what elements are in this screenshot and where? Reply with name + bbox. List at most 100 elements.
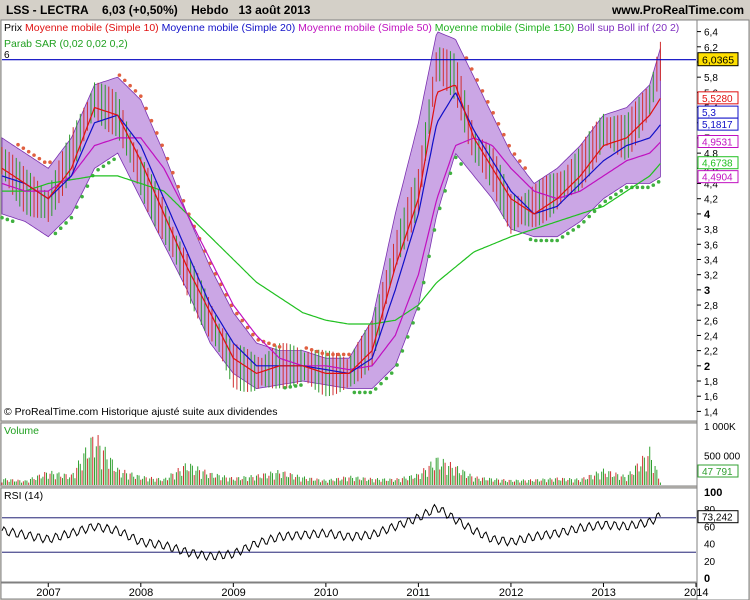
sar-dot bbox=[117, 73, 122, 77]
year-label: 2008 bbox=[129, 587, 153, 599]
sar-dot bbox=[491, 111, 495, 115]
year-label: 2014 bbox=[684, 587, 708, 599]
sar-dot bbox=[496, 121, 501, 126]
sar-dot bbox=[69, 215, 74, 220]
value-label: 4,9531 bbox=[702, 138, 733, 149]
sar-dot bbox=[122, 78, 127, 83]
sar-dot bbox=[427, 254, 431, 259]
sar-dot bbox=[619, 189, 624, 193]
value-label: 4,6738 bbox=[702, 159, 733, 170]
price-tick-label: 3,6 bbox=[704, 240, 718, 251]
legend-ma50[interactable]: Moyenne mobile (Simple 50) bbox=[298, 22, 432, 34]
rsi-tick-label: 100 bbox=[704, 487, 722, 499]
legend-prix[interactable]: Prix bbox=[4, 22, 22, 34]
legend-boll[interactable]: Boll sup Boll inf (20 2) bbox=[577, 22, 679, 34]
value-label: 5,5280 bbox=[702, 94, 733, 105]
sar-dot bbox=[26, 149, 31, 154]
rsi-panel bbox=[0, 487, 698, 583]
sar-dot bbox=[432, 228, 437, 232]
sar-dot bbox=[181, 198, 186, 203]
sar-dot bbox=[384, 376, 389, 381]
sar-dot bbox=[624, 185, 629, 190]
sar-dot bbox=[518, 159, 522, 163]
sar-dot bbox=[534, 238, 538, 243]
price-tick-label: 5,8 bbox=[704, 73, 718, 84]
legend-ma20[interactable]: Moyenne mobile (Simple 20) bbox=[162, 22, 296, 34]
price-tick-label: 4,2 bbox=[704, 195, 718, 206]
value-label: 4,4904 bbox=[702, 173, 733, 184]
sar-dot bbox=[42, 160, 47, 164]
year-label: 2012 bbox=[499, 587, 523, 599]
sar-dot bbox=[486, 100, 490, 104]
sar-dot bbox=[155, 131, 159, 135]
sar-dot bbox=[80, 194, 84, 199]
sar-dot bbox=[293, 384, 298, 388]
sar-dot bbox=[502, 132, 506, 137]
sar-dot bbox=[363, 390, 367, 395]
sar-dot bbox=[603, 199, 608, 204]
rsi-tick-label: 60 bbox=[704, 522, 716, 533]
sar-dot bbox=[331, 352, 335, 357]
sar-dot bbox=[352, 390, 357, 395]
year-label: 2010 bbox=[314, 587, 338, 599]
sar-dot bbox=[566, 231, 570, 236]
sar-dot bbox=[507, 143, 511, 148]
sar-dot bbox=[453, 155, 458, 160]
rsi-tick-label: 40 bbox=[704, 540, 716, 551]
rsi-title[interactable]: RSI (14) bbox=[4, 490, 43, 502]
sar-dot bbox=[165, 156, 170, 161]
sar-dot bbox=[325, 352, 330, 357]
rsi-tick-label: 0 bbox=[704, 573, 710, 585]
sar-dot bbox=[112, 157, 116, 162]
sar-dot bbox=[288, 385, 293, 389]
sar-dot bbox=[544, 238, 549, 243]
sar-dot bbox=[21, 146, 26, 150]
sar-dot bbox=[640, 185, 645, 190]
sar-dot bbox=[475, 78, 479, 82]
price-tick-label: 6,4 bbox=[704, 28, 718, 39]
sar-dot bbox=[133, 89, 138, 93]
sar-dot bbox=[299, 383, 303, 387]
legend-ma10[interactable]: Moyenne mobile (Simple 10) bbox=[25, 22, 159, 34]
volume-tick-label: 1 000K bbox=[704, 422, 736, 433]
sar-dot bbox=[106, 160, 111, 165]
sar-dot bbox=[528, 237, 533, 242]
sar-dot bbox=[635, 185, 640, 190]
sar-dot bbox=[272, 343, 277, 347]
price-tick-label: 1,4 bbox=[704, 407, 718, 418]
price-tick-label: 6,2 bbox=[704, 43, 718, 54]
sar-dot bbox=[357, 390, 362, 395]
sar-dot bbox=[614, 192, 618, 197]
sar-dot bbox=[320, 351, 325, 356]
sar-dot bbox=[101, 164, 106, 169]
sar-dot bbox=[128, 83, 132, 88]
price-tick-label: 3,2 bbox=[704, 271, 718, 282]
legend-row: Prix Moyenne mobile (Simple 10) Moyenne … bbox=[4, 22, 679, 34]
sar-dot bbox=[149, 118, 154, 123]
price-tick-label: 2,8 bbox=[704, 301, 718, 312]
volume-title[interactable]: Volume bbox=[4, 425, 39, 437]
sar-dot bbox=[139, 94, 143, 98]
year-label: 2009 bbox=[221, 587, 245, 599]
year-label: 2007 bbox=[36, 587, 60, 599]
price-tick-label: 1,6 bbox=[704, 392, 718, 403]
sar-dot bbox=[576, 224, 581, 229]
sar-dot bbox=[176, 184, 180, 189]
volume-tick-label: 500 000 bbox=[704, 452, 741, 463]
price-tick-label: 1,8 bbox=[704, 377, 718, 388]
legend-ma150[interactable]: Moyenne mobile (Simple 150) bbox=[435, 22, 574, 34]
sar-dot bbox=[53, 231, 58, 236]
legend-sar[interactable]: Parab SAR (0,02 0,02 0,2) bbox=[4, 38, 128, 50]
sar-dot bbox=[277, 345, 282, 349]
sar-dot bbox=[469, 67, 474, 71]
sar-dot bbox=[341, 352, 346, 357]
sar-dot bbox=[58, 226, 63, 231]
sar-dot bbox=[416, 307, 421, 311]
sar-dot bbox=[64, 221, 68, 225]
sar-dot bbox=[85, 184, 90, 188]
price-tick-label: 2,6 bbox=[704, 316, 718, 327]
sar-dot bbox=[48, 160, 52, 164]
footnote: © ProRealTime.com Historique ajusté suit… bbox=[4, 406, 278, 418]
sar-dot bbox=[587, 214, 592, 219]
year-label: 2013 bbox=[591, 587, 615, 599]
